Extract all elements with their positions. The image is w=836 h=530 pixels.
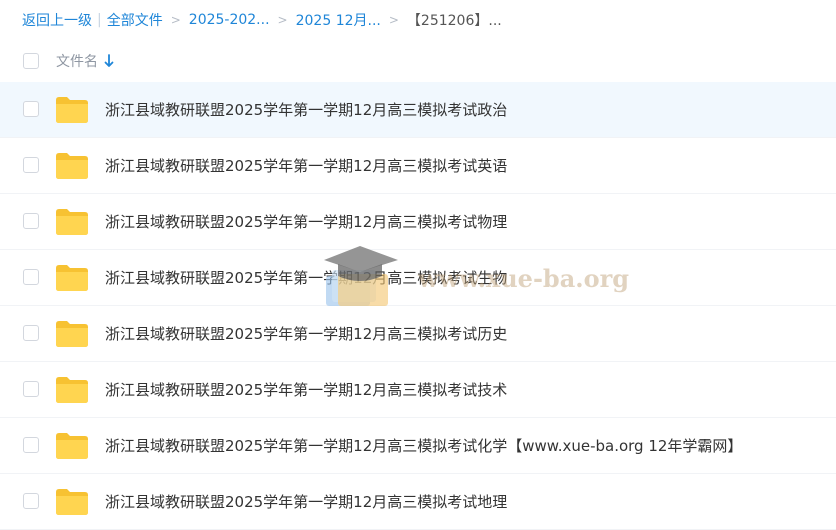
file-row[interactable]: 浙江县域教研联盟2025学年第一学期12月高三模拟考试历史: [0, 306, 836, 362]
select-all-checkbox[interactable]: [23, 53, 39, 69]
row-checkbox[interactable]: [23, 213, 39, 229]
breadcrumb-divider: |: [97, 12, 102, 28]
file-name[interactable]: 浙江县域教研联盟2025学年第一学期12月高三模拟考试化学【www.xue-ba…: [105, 435, 742, 456]
folder-icon: [56, 321, 88, 347]
folder-icon: [56, 265, 88, 291]
file-name[interactable]: 浙江县域教研联盟2025学年第一学期12月高三模拟考试历史: [105, 323, 507, 344]
chevron-right-icon: >: [277, 13, 288, 27]
file-name[interactable]: 浙江县域教研联盟2025学年第一学期12月高三模拟考试地理: [105, 491, 507, 512]
chevron-right-icon: >: [388, 13, 399, 27]
all-files-link[interactable]: 全部文件: [107, 10, 163, 30]
file-row[interactable]: 浙江县域教研联盟2025学年第一学期12月高三模拟考试地理: [0, 474, 836, 530]
file-name[interactable]: 浙江县域教研联盟2025学年第一学期12月高三模拟考试英语: [105, 155, 507, 176]
file-name[interactable]: 浙江县域教研联盟2025学年第一学期12月高三模拟考试技术: [105, 379, 507, 400]
chevron-right-icon: >: [170, 13, 181, 27]
breadcrumb: 返回上一级 | 全部文件 > 2025-202... > 2025 12月...…: [22, 9, 502, 31]
row-checkbox[interactable]: [23, 101, 39, 117]
file-row[interactable]: 浙江县域教研联盟2025学年第一学期12月高三模拟考试技术: [0, 362, 836, 418]
breadcrumb-item-month[interactable]: 2025 12月...: [296, 10, 381, 30]
arrow-down-icon: [104, 54, 114, 67]
file-name[interactable]: 浙江县域教研联盟2025学年第一学期12月高三模拟考试物理: [105, 211, 507, 232]
row-checkbox[interactable]: [23, 269, 39, 285]
file-name[interactable]: 浙江县域教研联盟2025学年第一学期12月高三模拟考试政治: [105, 99, 507, 120]
file-name[interactable]: 浙江县域教研联盟2025学年第一学期12月高三模拟考试生物: [105, 267, 507, 288]
row-checkbox[interactable]: [23, 157, 39, 173]
row-checkbox[interactable]: [23, 493, 39, 509]
folder-icon: [56, 433, 88, 459]
file-list-header: 文件名: [0, 40, 836, 83]
file-row[interactable]: 浙江县域教研联盟2025学年第一学期12月高三模拟考试生物: [0, 250, 836, 306]
folder-icon: [56, 209, 88, 235]
row-checkbox[interactable]: [23, 437, 39, 453]
folder-icon: [56, 377, 88, 403]
back-link[interactable]: 返回上一级: [22, 10, 92, 30]
breadcrumb-item-year[interactable]: 2025-202...: [189, 12, 270, 28]
row-checkbox[interactable]: [23, 381, 39, 397]
file-row[interactable]: 浙江县域教研联盟2025学年第一学期12月高三模拟考试化学【www.xue-ba…: [0, 418, 836, 474]
file-row[interactable]: 浙江县域教研联盟2025学年第一学期12月高三模拟考试政治: [0, 82, 836, 138]
file-row[interactable]: 浙江县域教研联盟2025学年第一学期12月高三模拟考试英语: [0, 138, 836, 194]
name-column-label: 文件名: [56, 54, 98, 70]
folder-icon: [56, 97, 88, 123]
folder-icon: [56, 489, 88, 515]
breadcrumb-current: 【251206】...: [406, 13, 502, 29]
folder-icon: [56, 153, 88, 179]
file-row[interactable]: 浙江县域教研联盟2025学年第一学期12月高三模拟考试物理: [0, 194, 836, 250]
sort-by-name-button[interactable]: 文件名: [56, 51, 114, 71]
row-checkbox[interactable]: [23, 325, 39, 341]
